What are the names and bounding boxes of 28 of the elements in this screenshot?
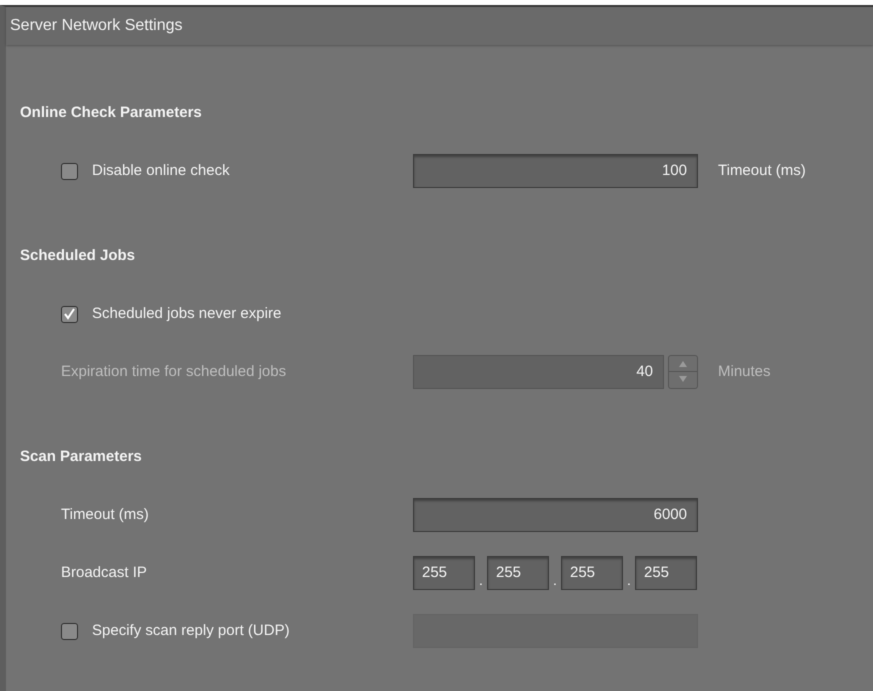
unit-label: Minutes	[718, 362, 771, 382]
input-field[interactable]: 100	[413, 154, 698, 188]
input-field[interactable]: 6000	[413, 498, 698, 532]
down-arrow-icon	[679, 376, 687, 382]
ip-octet-field[interactable]: 255	[413, 556, 475, 590]
checkbox-label[interactable]: Specify scan reply port (UDP)	[92, 620, 290, 642]
checkbox[interactable]	[61, 162, 78, 180]
checkbox[interactable]	[61, 306, 78, 322]
checkbox[interactable]	[61, 622, 78, 640]
unit-label: Timeout (ms)	[718, 160, 806, 181]
ip-octet-field[interactable]: 255	[635, 556, 697, 590]
ip-separator: .	[478, 571, 484, 590]
ip-separator: .	[552, 571, 558, 590]
section-heading: Online Check Parameters	[20, 102, 202, 123]
field-label: Expiration time for scheduled jobs	[61, 363, 286, 380]
ip-octet-field[interactable]: 255	[487, 556, 549, 590]
field-label: Timeout (ms)	[61, 506, 149, 523]
section-heading: Scheduled Jobs	[20, 246, 136, 266]
field-label: Broadcast IP	[61, 564, 147, 581]
section-heading: Scan Parameters	[20, 446, 142, 467]
ip-octet-field[interactable]: 255	[561, 556, 623, 590]
checkbox-label[interactable]: Disable online check	[92, 160, 230, 182]
ip-separator: .	[626, 571, 632, 590]
up-arrow-icon	[679, 361, 687, 367]
window-title: Server Network Settings	[10, 16, 183, 36]
checkmark-icon	[64, 308, 75, 320]
spinner-buttons[interactable]	[668, 355, 698, 389]
checkbox-label[interactable]: Scheduled jobs never expire	[92, 302, 282, 326]
